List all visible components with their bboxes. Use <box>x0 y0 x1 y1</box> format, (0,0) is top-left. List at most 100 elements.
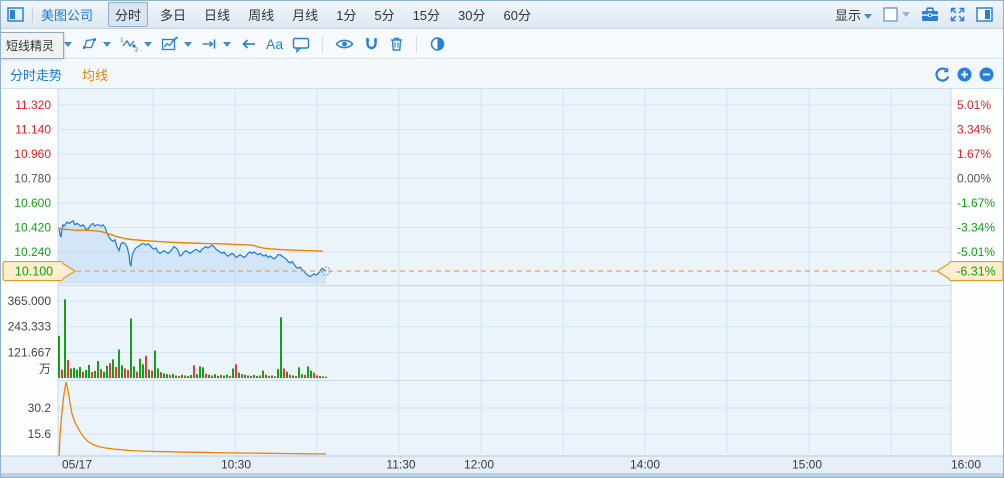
percent-tick-label: -5.01% <box>957 245 995 259</box>
volume-bar <box>295 375 297 378</box>
window-bottom-strip <box>1 473 1003 477</box>
volume-bar <box>319 375 321 378</box>
x-axis-label: 10:30 <box>221 458 251 472</box>
volume-bar <box>316 375 318 378</box>
volume-bar <box>121 365 123 378</box>
volume-bar <box>151 370 153 378</box>
volume-bar <box>226 374 228 378</box>
volume-bar <box>157 368 159 378</box>
volume-bar <box>283 368 285 378</box>
polygon-draw-tool[interactable] <box>81 36 111 52</box>
volume-bar <box>139 358 141 378</box>
fullscreen-icon[interactable] <box>950 7 965 22</box>
wave-draw-tool[interactable]: 13 <box>120 36 152 52</box>
toolbox-icon[interactable] <box>921 7 939 22</box>
volume-bar <box>178 375 180 378</box>
arrow-left-icon[interactable] <box>240 36 257 52</box>
indicator-tick-label: 15.6 <box>28 427 52 441</box>
percent-tick-label: -3.34% <box>957 221 995 235</box>
tab-moving-average[interactable]: 均线 <box>82 65 108 84</box>
tab-intraday-trend[interactable]: 分时走势 <box>10 65 62 84</box>
volume-bar <box>208 374 210 378</box>
frame-select-icon[interactable] <box>883 7 910 22</box>
volume-unit-label: 万 <box>39 362 51 376</box>
view-tab-bar: 分时走势 均线 <box>1 60 1003 89</box>
volume-bar <box>160 372 162 378</box>
period-tab-zhouxian[interactable]: 周线 <box>242 3 280 26</box>
period-tab-rixian[interactable]: 日线 <box>198 3 236 26</box>
delete-trash-icon[interactable] <box>389 36 404 52</box>
symbol-name[interactable]: 美图公司 <box>41 5 93 24</box>
volume-bar <box>184 375 186 378</box>
stock-chart-window: 美图公司 分时 多日 日线 周线 月线 1分 5分 15分 30分 60分 显示 <box>0 0 1004 478</box>
panel-left-icon[interactable] <box>7 7 24 22</box>
volume-bar <box>250 375 252 378</box>
percent-tick-label: 3.34% <box>957 122 991 136</box>
svg-text:3: 3 <box>135 47 139 53</box>
measure-tool[interactable] <box>201 36 231 52</box>
volume-bar <box>304 375 306 378</box>
period-tab-yuexian[interactable]: 月线 <box>286 3 324 26</box>
price-tick-label: 10.600 <box>14 196 51 210</box>
volume-bar <box>106 365 108 378</box>
volume-bar <box>67 360 69 378</box>
percent-tick-label: 0.00% <box>957 171 991 185</box>
x-axis-label: 14:00 <box>630 458 660 472</box>
period-tab-duori[interactable]: 多日 <box>154 3 192 26</box>
volume-bar <box>112 359 114 378</box>
x-axis-label: 15:00 <box>792 458 822 472</box>
callout-tool[interactable] <box>292 36 310 53</box>
volume-tick-label: 365.000 <box>8 294 52 308</box>
x-axis-strip <box>1 456 1003 473</box>
refresh-icon[interactable] <box>935 66 950 82</box>
volume-bar <box>145 355 147 378</box>
price-tick-label: 10.780 <box>14 171 51 185</box>
contrast-toggle-icon[interactable] <box>429 36 446 52</box>
volume-bar <box>64 299 66 378</box>
volume-bar <box>298 367 300 378</box>
volume-bar <box>202 367 204 378</box>
percent-tick-label: 5.01% <box>957 98 991 112</box>
zoom-in-icon[interactable] <box>957 67 972 82</box>
current-price-value: 10.100 <box>15 265 53 279</box>
chart-canvas[interactable]: 11.320 5.01% 11.140 3.34% 10.960 1.67% 10.780 0… <box>1 89 1004 478</box>
x-axis-label: 12:00 <box>464 458 494 472</box>
volume-bar <box>136 371 138 378</box>
zoom-out-icon[interactable] <box>979 67 994 82</box>
volume-bar <box>307 366 309 378</box>
volume-bar <box>322 376 324 378</box>
display-dropdown[interactable]: 显示 <box>835 5 872 24</box>
indicator-tick-label: 30.2 <box>28 401 52 415</box>
period-tab-15min[interactable]: 15分 <box>407 3 446 26</box>
volume-bar <box>244 374 246 378</box>
volume-bar <box>163 373 165 378</box>
visibility-eye-icon[interactable] <box>335 36 354 52</box>
volume-bar <box>58 335 60 378</box>
volume-bar <box>127 370 129 378</box>
volume-bar <box>253 375 255 378</box>
pattern-draw-tool[interactable] <box>161 36 192 52</box>
volume-bar <box>241 374 243 378</box>
period-tab-fenshi[interactable]: 分时 <box>108 2 149 27</box>
volume-bar <box>310 370 312 378</box>
price-tick-label: 11.320 <box>15 98 51 112</box>
period-tab-30min[interactable]: 30分 <box>452 3 491 26</box>
magnet-icon[interactable] <box>363 36 380 52</box>
text-tool[interactable]: Aa <box>266 36 283 52</box>
divider <box>32 6 33 23</box>
volume-bar <box>199 366 201 378</box>
period-tab-5min[interactable]: 5分 <box>368 3 400 26</box>
volume-bar <box>181 374 183 378</box>
volume-bar <box>166 374 168 378</box>
volume-bar <box>235 364 237 378</box>
volume-bar <box>115 367 117 378</box>
volume-bar <box>271 375 273 378</box>
chart-region: 11.320 5.01% 11.140 3.34% 10.960 1.67% 10.780 0… <box>1 89 1004 478</box>
volume-bar <box>100 369 102 378</box>
divider <box>322 35 324 53</box>
period-tab-1min[interactable]: 1分 <box>330 3 362 26</box>
volume-bar <box>76 369 78 378</box>
panel-right-icon[interactable] <box>976 7 993 22</box>
x-axis-label: 16:00 <box>951 458 981 472</box>
period-tab-60min[interactable]: 60分 <box>498 3 537 26</box>
